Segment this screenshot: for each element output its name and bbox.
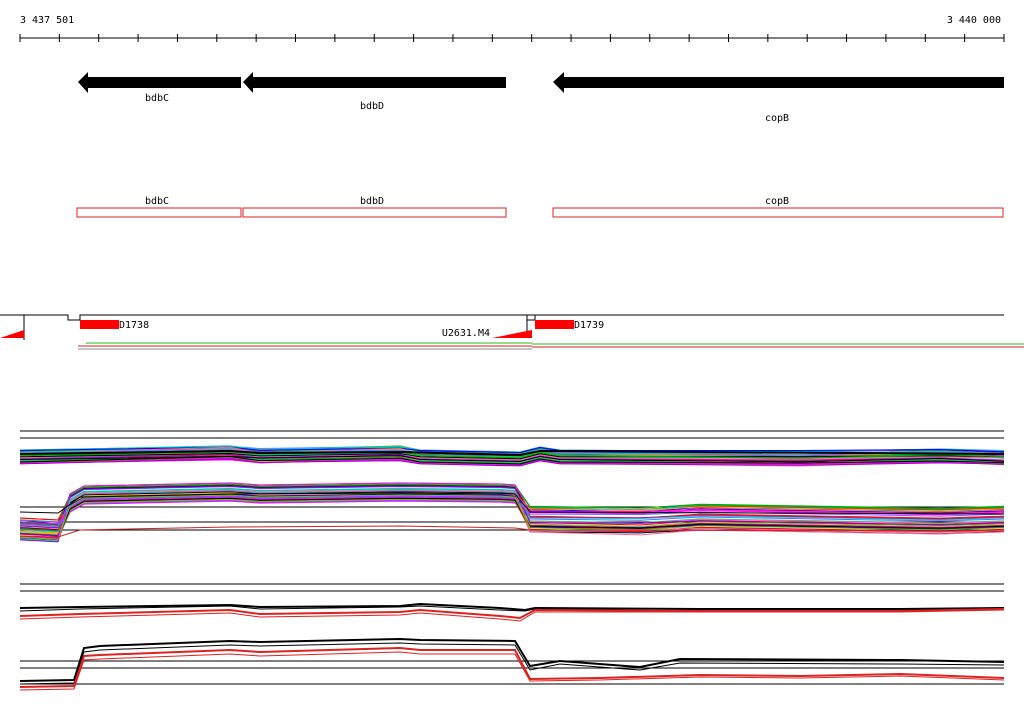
cds-label-bdbd: bdbD <box>360 196 384 207</box>
promoter-marker-d1738[interactable] <box>80 320 119 329</box>
expression-profile-lines <box>19 445 1005 543</box>
ruler-end-label: 3 440 000 <box>947 15 1001 26</box>
gene-arrow-bdbd[interactable] <box>243 72 506 93</box>
summary-profile-panel <box>19 583 1005 691</box>
position-ruler: 3 437 501 3 440 000 <box>19 15 1005 42</box>
cds-label-copb: copB <box>765 196 789 207</box>
cds-label-bdbc: bdbC <box>145 196 169 207</box>
promoter-label-u2631: U2631.M4 <box>442 328 490 339</box>
promoter-marker-d1739[interactable] <box>535 320 574 329</box>
cds-box-bdbd[interactable] <box>242 207 507 218</box>
genome-track-canvas: 3 437 501 3 440 000 bdbC bdbD copB bdbC … <box>0 15 1024 691</box>
promoter-track: D1738 D1739 U2631.M4 <box>0 314 1024 350</box>
gene-arrow-bdbc[interactable] <box>78 72 241 93</box>
terminator-marker-mid[interactable] <box>492 330 532 338</box>
expression-profile-panel <box>19 430 1005 543</box>
gene-label-copb: copB <box>765 113 789 124</box>
promoter-label-d1739: D1739 <box>574 320 604 331</box>
gene-label-bdbd: bdbD <box>360 101 384 112</box>
cds-box-copb[interactable] <box>552 207 1004 218</box>
gene-label-bdbc: bdbC <box>145 93 169 104</box>
gene-arrow-track: bdbC bdbD copB <box>78 72 1004 124</box>
ruler-start-label: 3 437 501 <box>20 15 74 26</box>
gene-arrow-copb[interactable] <box>553 72 1004 93</box>
terminator-marker-left[interactable] <box>0 330 24 338</box>
genome-browser-view: 3 437 501 3 440 000 bdbC bdbD copB bdbC … <box>0 0 1024 714</box>
cds-box-bdbc[interactable] <box>76 207 242 218</box>
cds-track: bdbC bdbD copB <box>76 196 1004 218</box>
promoter-label-d1738: D1738 <box>119 320 149 331</box>
